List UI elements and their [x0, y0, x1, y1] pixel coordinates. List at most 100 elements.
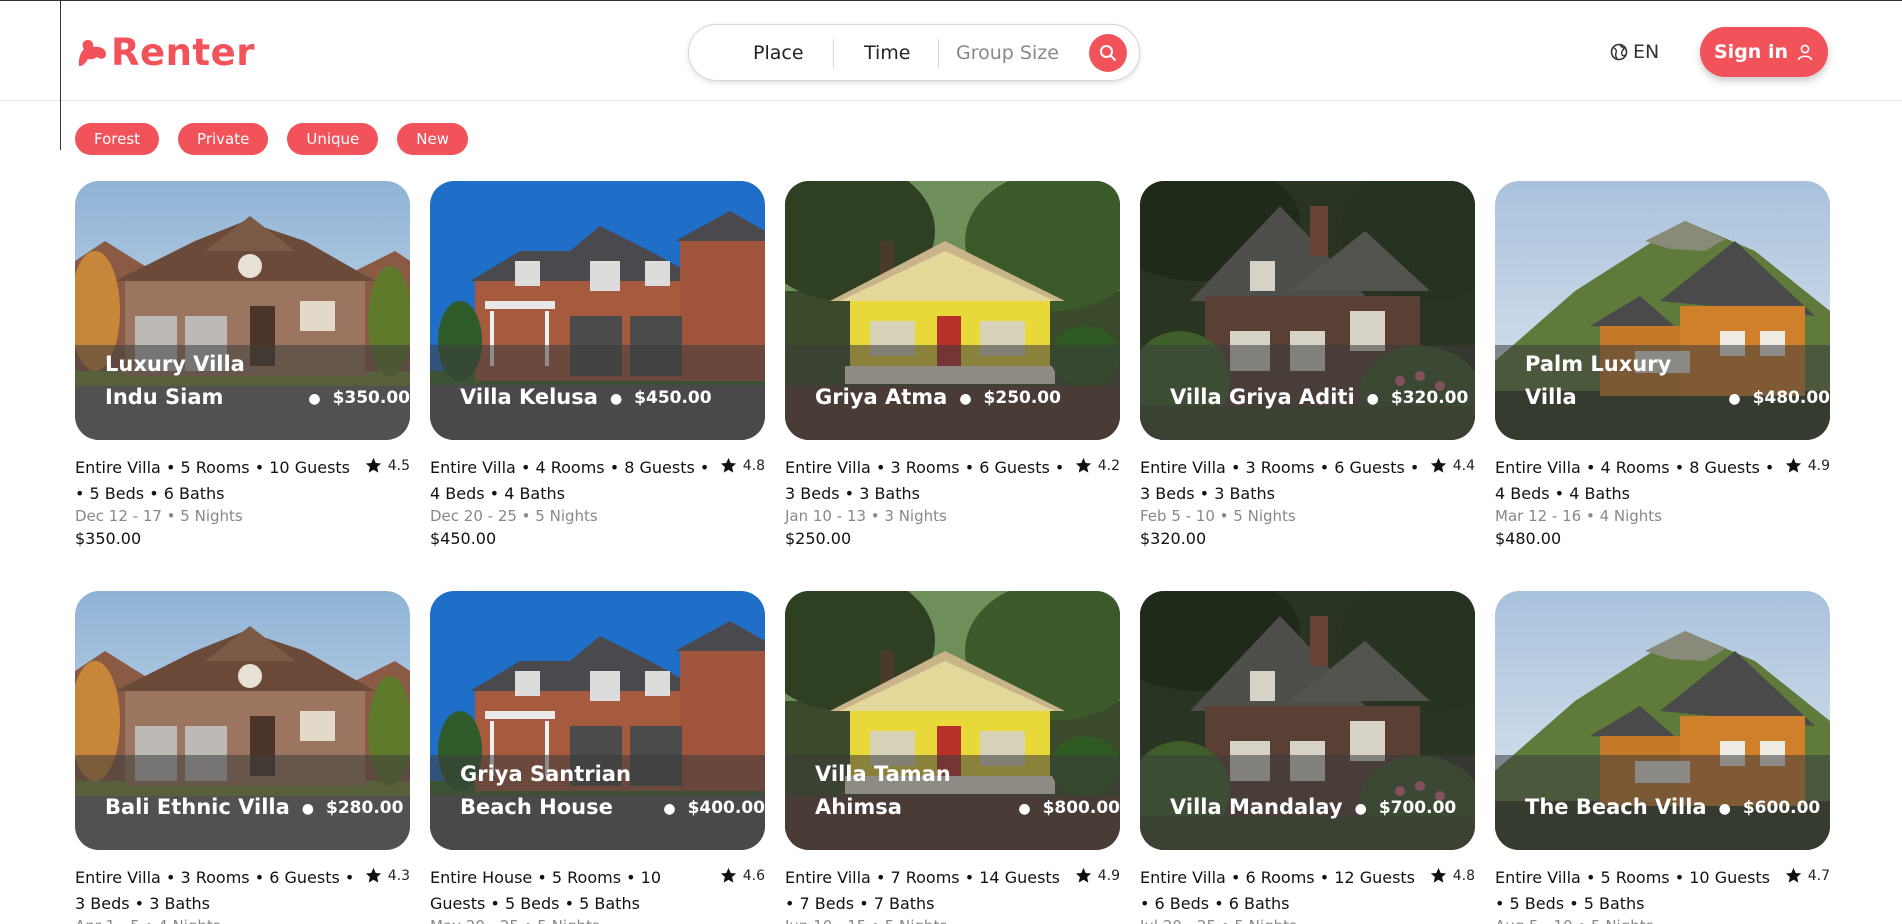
- search-time-field[interactable]: Time: [864, 25, 911, 82]
- brand-logo[interactable]: Renter: [75, 31, 255, 74]
- listing-card[interactable]: Villa Griya Aditi ● $320.00 Entire Villa…: [1140, 181, 1475, 552]
- caption-separator-dot: ●: [1728, 391, 1741, 407]
- listing-rating: 4.2: [1075, 457, 1120, 474]
- listing-rating: 4.3: [365, 867, 410, 884]
- listing-rating: 4.6: [720, 867, 765, 884]
- caption-separator-dot: ●: [1366, 391, 1379, 407]
- top-navigation-bar: Renter Place Time Group Size EN Sign in: [0, 1, 1902, 101]
- listing-photo[interactable]: Griya Atma ● $250.00: [785, 181, 1120, 440]
- listing-card[interactable]: Griya Santrian Beach House ● $400.00 Ent…: [430, 591, 765, 924]
- listing-caption-price: $480.00: [1752, 388, 1830, 408]
- listing-name: Bali Ethnic Villa: [105, 795, 290, 819]
- listing-details: Entire Villa • 3 Rooms • 6 Guests • 3 Be…: [785, 458, 1065, 503]
- listing-price: $350.00: [75, 529, 142, 548]
- listing-dates: Apr 1 - 5 • 4 Nights: [75, 917, 410, 924]
- search-group-size-field[interactable]: Group Size: [956, 25, 1059, 82]
- star-icon: [720, 867, 736, 883]
- listing-caption: The Beach Villa ● $600.00: [1525, 791, 1830, 824]
- listing-caption: Villa Taman Ahimsa ● $800.00: [815, 758, 1120, 824]
- listing-details: Entire House • 5 Rooms • 10 Guests • 5 B…: [430, 868, 662, 913]
- listing-card[interactable]: The Beach Villa ● $600.00 Entire Villa •…: [1495, 591, 1830, 924]
- renter-logo-icon: [78, 39, 106, 66]
- listing-card[interactable]: Villa Taman Ahimsa ● $800.00 Entire Vill…: [785, 591, 1120, 924]
- listing-name: Villa Kelusa: [460, 385, 598, 409]
- listing-dates: Dec 12 - 17 • 5 Nights: [75, 507, 243, 525]
- listing-card[interactable]: Palm Luxury Villa ● $480.00 Entire Villa…: [1495, 181, 1830, 552]
- listing-info: Entire Villa • 4 Rooms • 8 Guests • 4 Be…: [1495, 455, 1830, 552]
- listing-photo[interactable]: Griya Santrian Beach House ● $400.00: [430, 591, 765, 850]
- listing-photo[interactable]: Luxury Villa Indu Siam ● $350.00: [75, 181, 410, 440]
- listing-rating: 4.8: [1430, 867, 1475, 884]
- listing-name: Villa Mandalay: [1170, 795, 1343, 819]
- listing-caption-price: $280.00: [326, 798, 404, 818]
- filter-chip-unique[interactable]: Unique: [287, 123, 379, 155]
- listing-details: Entire Villa • 4 Rooms • 8 Guests • 4 Be…: [430, 458, 710, 503]
- listing-info: Entire Villa • 5 Rooms • 10 Guests • 5 B…: [1495, 865, 1830, 924]
- listing-dates: Aug 5 - 10 • 5 Nights: [1495, 917, 1830, 924]
- globe-icon: [1610, 43, 1628, 61]
- listing-details: Entire Villa • 3 Rooms • 6 Guests • 3 Be…: [75, 868, 355, 913]
- listing-caption: Griya Santrian Beach House ● $400.00: [460, 758, 765, 824]
- window-left-border: [60, 0, 61, 150]
- rating-value: 4.7: [1807, 867, 1830, 884]
- brand-name: Renter: [111, 31, 255, 74]
- filter-chip-private[interactable]: Private: [178, 123, 269, 155]
- search-place-field[interactable]: Place: [753, 25, 804, 82]
- caption-separator-dot: ●: [301, 801, 314, 817]
- listing-card[interactable]: Villa Mandalay ● $700.00 Entire Villa • …: [1140, 591, 1475, 924]
- listing-info: Entire Villa • 3 Rooms • 6 Guests • 3 Be…: [785, 455, 1120, 552]
- filter-chip-new[interactable]: New: [397, 123, 468, 155]
- star-icon: [1430, 457, 1446, 473]
- star-icon: [365, 457, 381, 473]
- filter-chip-forest[interactable]: Forest: [75, 123, 160, 155]
- listing-dates: Feb 5 - 10 • 5 Nights: [1140, 507, 1296, 525]
- listing-caption: Luxury Villa Indu Siam ● $350.00: [105, 348, 410, 414]
- listing-name: Luxury Villa Indu Siam: [105, 352, 245, 409]
- listing-photo[interactable]: Villa Taman Ahimsa ● $800.00: [785, 591, 1120, 850]
- sign-in-button[interactable]: Sign in: [1700, 27, 1828, 77]
- listing-caption: Palm Luxury Villa ● $480.00: [1525, 348, 1830, 414]
- rating-value: 4.2: [1097, 457, 1120, 474]
- listing-price: $450.00: [430, 529, 497, 548]
- caption-separator-dot: ●: [1354, 801, 1367, 817]
- listing-card[interactable]: Luxury Villa Indu Siam ● $350.00 Entire …: [75, 181, 410, 552]
- listing-rating: 4.5: [365, 457, 410, 474]
- rating-value: 4.8: [1452, 867, 1475, 884]
- listing-dates: Dec 20 - 25 • 5 Nights: [430, 507, 598, 525]
- listing-details: Entire Villa • 5 Rooms • 10 Guests • 5 B…: [75, 458, 351, 503]
- listing-info: Entire House • 5 Rooms • 10 Guests • 5 B…: [430, 865, 765, 924]
- rating-value: 4.4: [1452, 457, 1475, 474]
- listing-photo[interactable]: The Beach Villa ● $600.00: [1495, 591, 1830, 850]
- caption-separator-dot: ●: [663, 801, 676, 817]
- listing-dates: Jul 20 - 25 • 5 Nights: [1140, 917, 1475, 924]
- listing-photo[interactable]: Palm Luxury Villa ● $480.00: [1495, 181, 1830, 440]
- search-button[interactable]: [1089, 34, 1127, 72]
- listing-card[interactable]: Bali Ethnic Villa ● $280.00 Entire Villa…: [75, 591, 410, 924]
- listing-card[interactable]: Griya Atma ● $250.00 Entire Villa • 3 Ro…: [785, 181, 1120, 552]
- rating-value: 4.8: [742, 457, 765, 474]
- listing-photo[interactable]: Villa Griya Aditi ● $320.00: [1140, 181, 1475, 440]
- search-bar[interactable]: Place Time Group Size: [688, 24, 1140, 81]
- listing-card[interactable]: Villa Kelusa ● $450.00 Entire Villa • 4 …: [430, 181, 765, 552]
- listing-photo[interactable]: Villa Kelusa ● $450.00: [430, 181, 765, 440]
- listing-caption-price: $350.00: [332, 388, 410, 408]
- language-selector[interactable]: EN: [1610, 41, 1659, 63]
- listing-info: Entire Villa • 3 Rooms • 6 Guests • 3 Be…: [1140, 455, 1475, 552]
- listing-caption-price: $700.00: [1378, 798, 1457, 818]
- listing-details: Entire Villa • 6 Rooms • 12 Guests • 6 B…: [1140, 868, 1416, 913]
- listing-name: Villa Griya Aditi: [1170, 385, 1355, 409]
- listing-details: Entire Villa • 5 Rooms • 10 Guests • 5 B…: [1495, 868, 1771, 913]
- listing-caption-price: $800.00: [1042, 798, 1120, 818]
- listing-rating: 4.4: [1430, 457, 1475, 474]
- listing-info: Entire Villa • 4 Rooms • 8 Guests • 4 Be…: [430, 455, 765, 552]
- listing-dates: Jun 10 - 15 • 5 Nights: [785, 917, 1120, 924]
- rating-value: 4.5: [387, 457, 410, 474]
- listing-rating: 4.9: [1785, 457, 1830, 474]
- listing-photo[interactable]: Villa Mandalay ● $700.00: [1140, 591, 1475, 850]
- filter-chips: Forest Private Unique New: [75, 123, 487, 155]
- star-icon: [1075, 457, 1091, 473]
- listing-photo[interactable]: Bali Ethnic Villa ● $280.00: [75, 591, 410, 850]
- listing-info: Entire Villa • 6 Rooms • 12 Guests • 6 B…: [1140, 865, 1475, 924]
- caption-separator-dot: ●: [1018, 801, 1031, 817]
- listing-rating: 4.8: [720, 457, 765, 474]
